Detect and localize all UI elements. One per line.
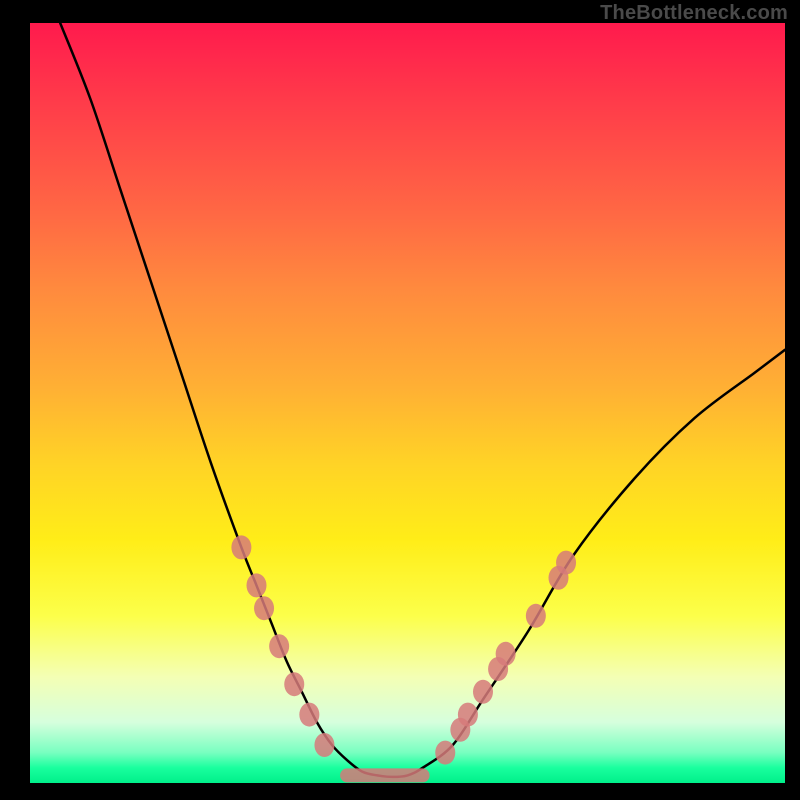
curve-marker — [284, 672, 304, 696]
curve-marker — [254, 596, 274, 620]
curve-marker — [496, 642, 516, 666]
curve-marker — [435, 741, 455, 765]
curve-marker — [247, 573, 267, 597]
watermark-text: TheBottleneck.com — [600, 2, 788, 25]
bottleneck-curve — [60, 23, 785, 777]
curve-marker — [299, 703, 319, 727]
markers-right — [435, 551, 576, 765]
curve-marker — [269, 634, 289, 658]
plot-area — [30, 23, 785, 783]
curve-marker — [556, 551, 576, 575]
curve-marker — [231, 535, 251, 559]
chart-svg — [30, 23, 785, 783]
outer-frame: TheBottleneck.com — [0, 0, 800, 800]
curve-marker — [458, 703, 478, 727]
curve-marker — [314, 733, 334, 757]
curve-marker — [526, 604, 546, 628]
curve-marker — [473, 680, 493, 704]
